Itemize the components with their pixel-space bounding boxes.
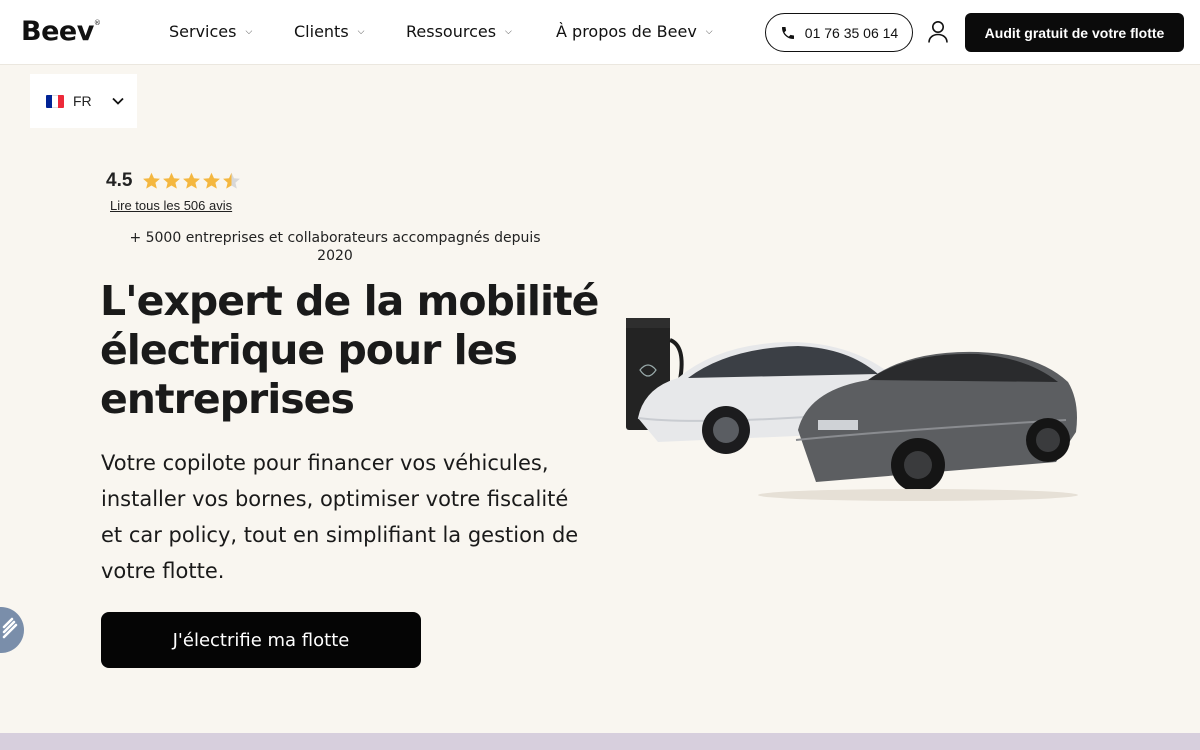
star-icon <box>163 172 180 189</box>
logo-mark: ® <box>93 19 101 27</box>
accessibility-icon <box>2 617 18 639</box>
nav-label: Ressources <box>406 22 497 41</box>
star-icon <box>143 172 160 189</box>
hero-headline: L'expert de la mobilité électrique pour … <box>100 277 599 423</box>
hero-cars-image <box>618 300 1088 520</box>
chevron-down-icon: ⌵ <box>705 26 713 37</box>
user-icon <box>928 21 948 43</box>
beev-logo[interactable]: Beev® <box>21 16 101 47</box>
chevron-down-icon: ⌵ <box>357 26 365 37</box>
nav-label: Clients <box>294 22 349 41</box>
nav-ressources[interactable]: Ressources ⌵ <box>406 22 512 41</box>
audit-cta-button[interactable]: Audit gratuit de votre flotte <box>965 13 1184 52</box>
star-icon <box>203 172 220 189</box>
site-header: Beev® Services ⌵ Clients ⌵ Ressources ⌵ … <box>0 0 1200 65</box>
phone-icon <box>781 26 794 39</box>
nav-services[interactable]: Services ⌵ <box>169 22 252 41</box>
nav-label: Services <box>169 22 237 41</box>
accessibility-widget-button[interactable] <box>0 607 24 653</box>
nav-a-propos[interactable]: À propos de Beev ⌵ <box>556 22 713 41</box>
chevron-down-icon: ⌵ <box>505 26 512 37</box>
nav-label: À propos de Beev <box>556 22 697 41</box>
chevron-down-icon: ⌵ <box>245 26 253 37</box>
half-star-icon <box>223 172 240 189</box>
france-flag-icon <box>46 94 64 108</box>
next-section-strip <box>0 733 1200 750</box>
electrify-fleet-button[interactable]: J'électrifie ma flotte <box>101 612 421 668</box>
rating-stars <box>142 172 242 190</box>
phone-number: 01 76 35 06 14 <box>804 24 899 41</box>
language-code: FR <box>73 93 92 109</box>
hero-subtitle: + 5000 entreprises et collaborateurs acc… <box>129 230 541 264</box>
logo-text: Beev <box>21 16 94 47</box>
rating-score: 4.5 <box>106 170 133 191</box>
phone-button[interactable]: 01 76 35 06 14 <box>765 13 913 52</box>
reviews-link[interactable]: Lire tous les 506 avis <box>110 198 232 213</box>
star-icon <box>183 172 200 189</box>
chevron-down-icon <box>112 97 124 105</box>
account-button[interactable] <box>927 20 949 49</box>
nav-clients[interactable]: Clients ⌵ <box>294 22 364 41</box>
language-selector[interactable]: FR <box>30 74 137 128</box>
hero-description: Votre copilote pour financer vos véhicul… <box>101 451 579 583</box>
